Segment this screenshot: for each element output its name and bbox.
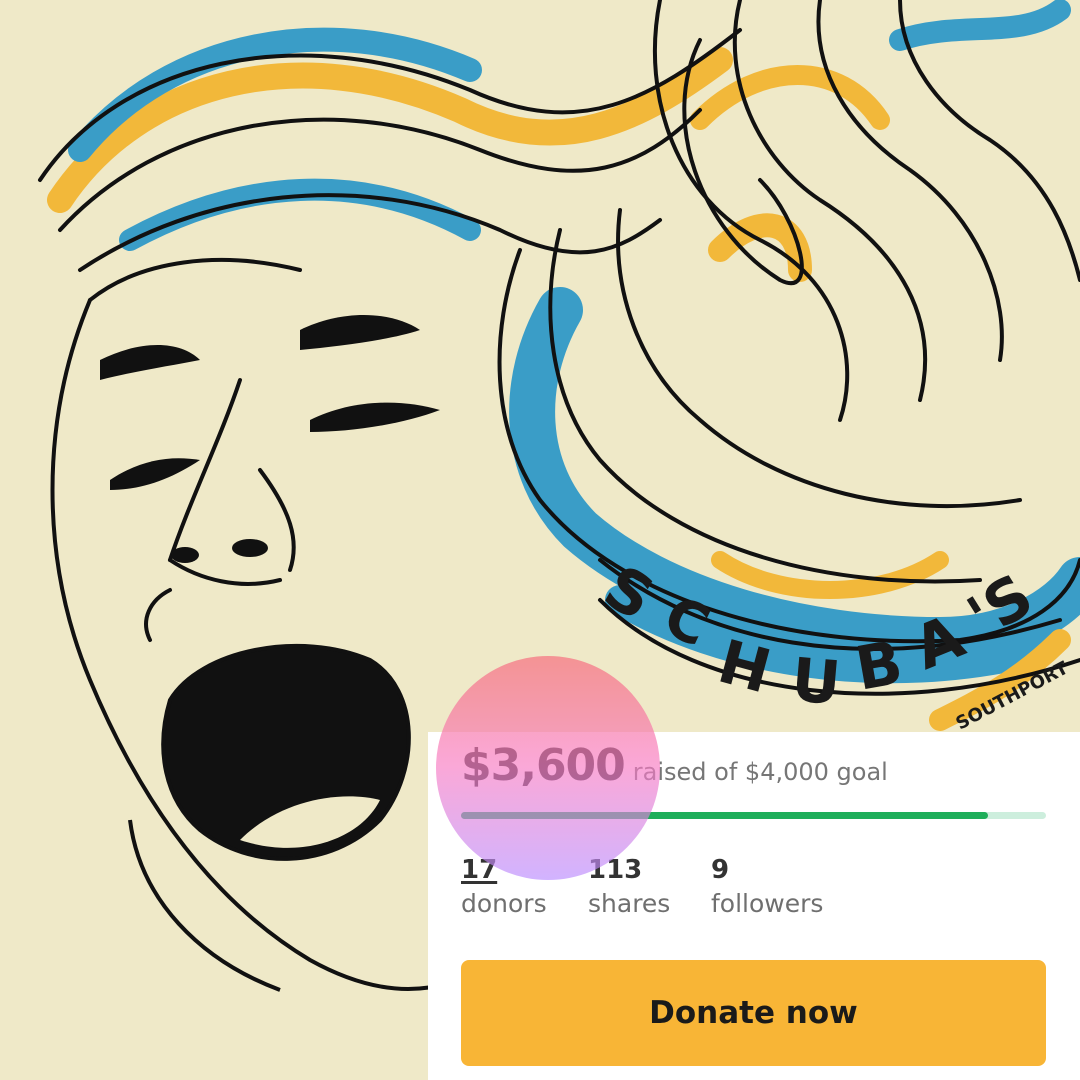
shares-label: shares xyxy=(588,889,671,918)
svg-text:U: U xyxy=(789,645,844,719)
followers-count: 9 xyxy=(711,855,730,885)
donors-count[interactable]: 17 xyxy=(461,854,547,886)
nostril-left xyxy=(171,547,199,563)
goal-text: raised of $4,000 goal xyxy=(632,758,888,786)
progress-bar xyxy=(461,812,1046,819)
amount-row: $3,600 raised of $4,000 goal xyxy=(461,740,888,791)
stat-shares: 113 shares xyxy=(588,854,670,922)
fundraiser-card: $3,600 raised of $4,000 goal 17 donors 11… xyxy=(428,732,1080,1080)
stat-followers: 9 followers xyxy=(711,854,823,922)
donors-label: donors xyxy=(461,889,547,918)
followers-label: followers xyxy=(711,889,824,918)
shares-count: 113 xyxy=(588,855,643,885)
progress-bar-fill xyxy=(461,812,988,819)
donate-now-button[interactable]: Donate now xyxy=(461,960,1046,1066)
stat-donors[interactable]: 17 donors xyxy=(461,854,547,922)
raised-amount: $3,600 xyxy=(461,740,626,791)
nostril-right xyxy=(232,539,268,557)
